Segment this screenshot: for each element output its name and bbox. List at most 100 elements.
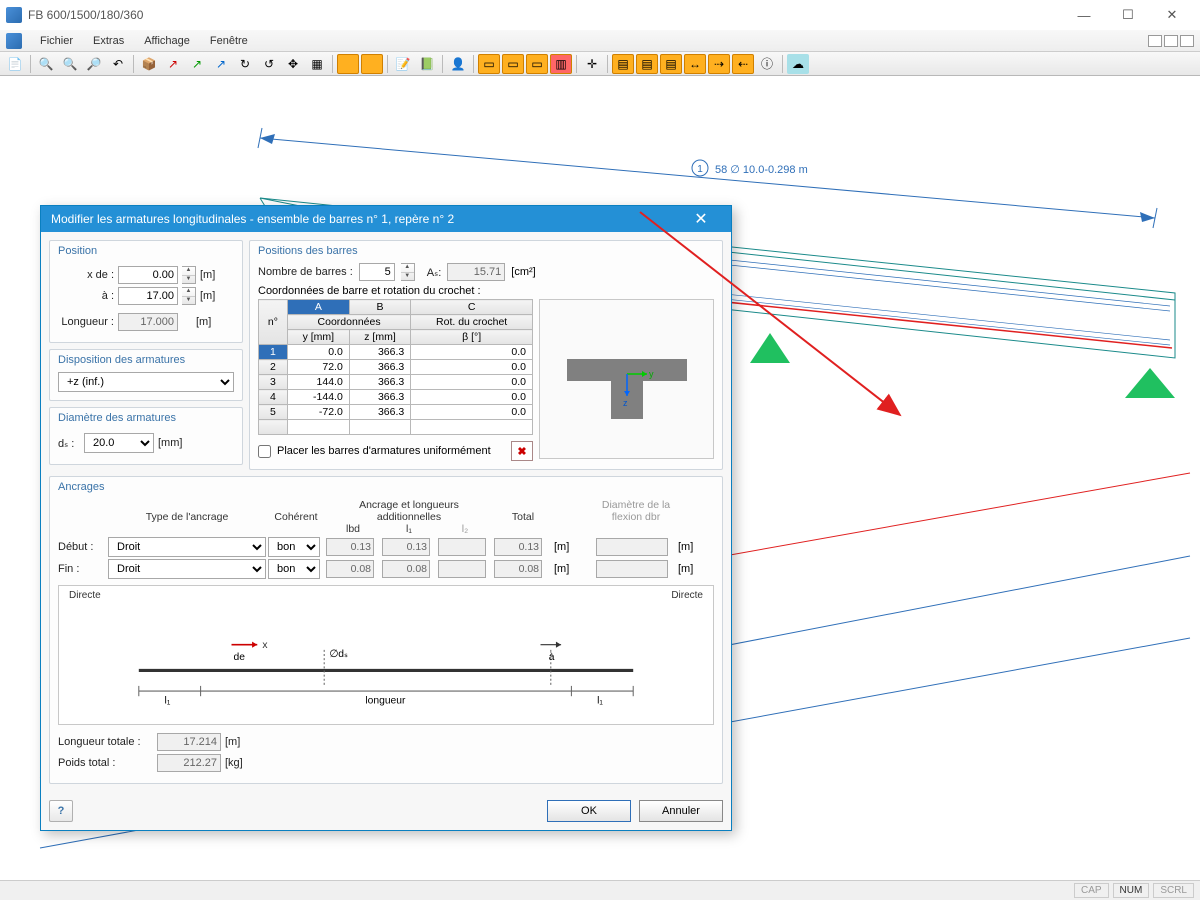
input-debut-l2 (438, 538, 486, 556)
group-diametre: Diamètre des armatures dₛ : 20.0 [mm] (49, 407, 243, 465)
tb-move-icon[interactable]: ✥ (282, 54, 304, 74)
input-debut-dbr (596, 538, 668, 556)
select-debut-coherent[interactable]: bon (268, 537, 320, 557)
tb-b6-icon[interactable]: ⇠ (732, 54, 754, 74)
tb-g2-icon[interactable]: ▭ (502, 54, 524, 74)
cancel-button[interactable]: Annuler (639, 800, 723, 822)
tb-info-icon[interactable]: ⓘ (756, 54, 778, 74)
delete-button[interactable]: ✖ (511, 441, 533, 461)
input-fin-lbd[interactable] (326, 560, 374, 578)
tb-rotate-ccw-icon[interactable]: ↺ (258, 54, 280, 74)
mdi-restore-icon[interactable] (1164, 35, 1178, 47)
input-debut-total (494, 538, 542, 556)
input-fin-l2 (438, 560, 486, 578)
tb-sky-icon[interactable]: ☁ (787, 54, 809, 74)
tb-zoom-out-icon[interactable]: 🔎 (83, 54, 105, 74)
tb-b2-icon[interactable]: ▤ (636, 54, 658, 74)
table-row: 5-72.0366.30.0 (259, 405, 533, 420)
ok-button[interactable]: OK (547, 800, 631, 822)
tb-note-icon[interactable]: 📝 (392, 54, 414, 74)
menu-extras[interactable]: Extras (83, 33, 134, 49)
svg-text:l₁: l₁ (165, 695, 171, 706)
dialog-close-button[interactable]: ✕ (681, 206, 721, 232)
dialog-title: Modifier les armatures longitudinales - … (51, 212, 681, 226)
edit-rebar-dialog: Modifier les armatures longitudinales - … (40, 205, 732, 831)
select-disposition[interactable]: +z (inf.) (58, 372, 234, 392)
status-num: NUM (1113, 883, 1150, 898)
help-button[interactable]: ? (49, 800, 73, 822)
input-debut-l1[interactable] (382, 538, 430, 556)
input-x-de[interactable] (118, 266, 178, 284)
tb-g4-icon[interactable]: ▥ (550, 54, 572, 74)
svg-text:longueur: longueur (365, 695, 406, 706)
svg-text:x: x (262, 640, 268, 651)
tb-box-icon[interactable]: ▦ (306, 54, 328, 74)
tb-rotate-cw-icon[interactable]: ↻ (234, 54, 256, 74)
table-coordonnees[interactable]: n° A B C Coordonnées Rot. du crochet (258, 299, 533, 435)
mdi-minimize-icon[interactable] (1148, 35, 1162, 47)
input-debut-lbd[interactable] (326, 538, 374, 556)
mdi-close-icon[interactable] (1180, 35, 1194, 47)
tb-g3-icon[interactable]: ▭ (526, 54, 548, 74)
tb-view-y-icon[interactable]: ↗ (186, 54, 208, 74)
menu-affichage[interactable]: Affichage (134, 33, 200, 49)
maximize-button[interactable]: ☐ (1106, 0, 1150, 30)
tb-b3-icon[interactable]: ▤ (660, 54, 682, 74)
input-longueur (118, 313, 178, 331)
tb-zoom-in-icon[interactable]: 🔍 (59, 54, 81, 74)
menu-fichier[interactable]: Fichier (30, 33, 83, 49)
input-as (447, 263, 505, 281)
status-cap: CAP (1074, 883, 1109, 898)
svg-text:l₁: l₁ (597, 695, 603, 706)
input-nombre-barres[interactable] (359, 263, 395, 281)
spinner-nombre[interactable]: ▲▼ (401, 263, 415, 281)
statusbar: CAP NUM SCRL (0, 880, 1200, 900)
select-fin-type[interactable]: Droit (108, 559, 266, 579)
close-button[interactable]: ✕ (1150, 0, 1194, 30)
annotation-number: 1 (697, 164, 703, 175)
tb-b4-icon[interactable]: ↔ (684, 54, 706, 74)
select-debut-type[interactable]: Droit (108, 537, 266, 557)
input-poids-total (157, 754, 221, 772)
tb-axis-icon[interactable]: ✛ (581, 54, 603, 74)
table-row: 3144.0366.30.0 (259, 375, 533, 390)
tb-b5-icon[interactable]: ⇢ (708, 54, 730, 74)
checkbox-uniform[interactable] (258, 445, 271, 458)
tb-person-icon[interactable]: 👤 (447, 54, 469, 74)
tb-g1-icon[interactable]: ▭ (478, 54, 500, 74)
tb-view-z-icon[interactable]: ↗ (210, 54, 232, 74)
tb-view-x-icon[interactable]: ↗ (162, 54, 184, 74)
select-fin-coherent[interactable]: bon (268, 559, 320, 579)
mdi-controls (1148, 35, 1194, 47)
anchorage-diagram: Directe Directe x de ∅dₛ (58, 585, 714, 725)
tb-new-icon[interactable]: 📄 (4, 54, 26, 74)
input-fin-l1[interactable] (382, 560, 430, 578)
table-row: 4-144.0366.30.0 (259, 390, 533, 405)
spinner-x-de[interactable]: ▲▼ (182, 266, 196, 284)
titlebar: FB 600/1500/180/360 — ☐ ✕ (0, 0, 1200, 30)
group-barres: Positions des barres Nombre de barres : … (249, 240, 723, 470)
window-title: FB 600/1500/180/360 (28, 8, 1062, 22)
menubar: Fichier Extras Affichage Fenêtre (0, 30, 1200, 52)
tb-book-icon[interactable]: 📗 (416, 54, 438, 74)
menu-fenetre[interactable]: Fenêtre (200, 33, 258, 49)
status-scrl: SCRL (1153, 883, 1194, 898)
tb-zoom-window-icon[interactable]: 🔍 (35, 54, 57, 74)
annotation-text: 58 ∅ 10.0-0.298 m (715, 164, 808, 176)
input-x-a[interactable] (118, 287, 178, 305)
tb-render1-icon[interactable] (337, 54, 359, 74)
tb-view-iso-icon[interactable]: 📦 (138, 54, 160, 74)
tb-b1-icon[interactable]: ▤ (612, 54, 634, 74)
input-longueur-totale (157, 733, 221, 751)
svg-text:z: z (623, 398, 628, 408)
tb-zoom-prev-icon[interactable]: ↶ (107, 54, 129, 74)
tb-render2-icon[interactable] (361, 54, 383, 74)
group-position: Position x de : ▲▼ [m] à : ▲▼ [m] (49, 240, 243, 343)
svg-text:de: de (234, 652, 246, 663)
dialog-titlebar[interactable]: Modifier les armatures longitudinales - … (41, 206, 731, 232)
spinner-x-a[interactable]: ▲▼ (182, 287, 196, 305)
select-diametre[interactable]: 20.0 (84, 433, 154, 453)
minimize-button[interactable]: — (1062, 0, 1106, 30)
app-icon (6, 7, 22, 23)
input-fin-total (494, 560, 542, 578)
